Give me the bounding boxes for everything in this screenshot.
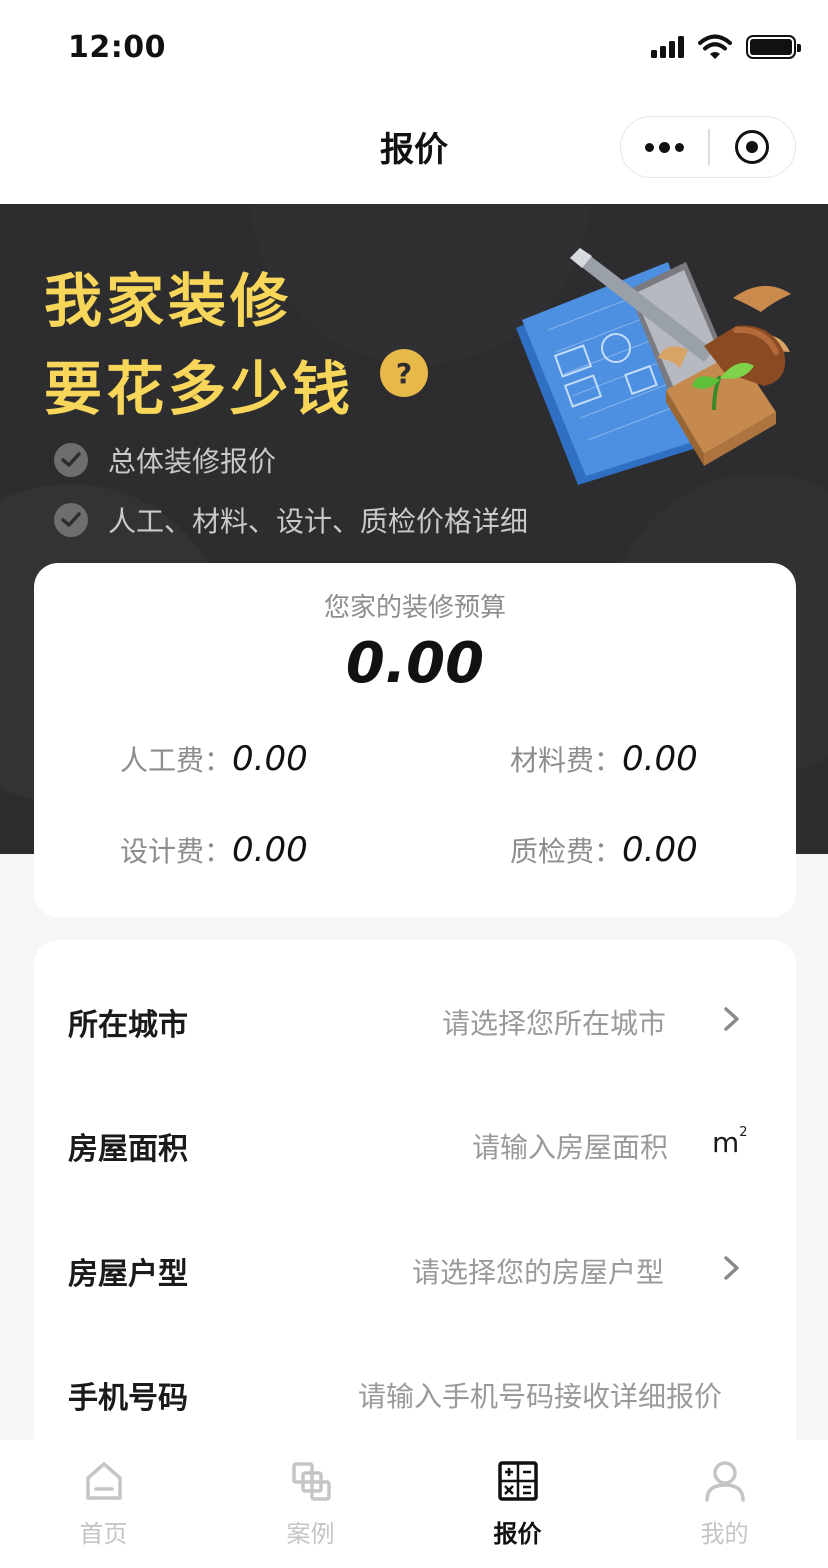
quote-page: 12:00 报价 我家装修 要花多少钱 ? 总体装修报价 人工、材料、设计、质检… — [0, 0, 828, 1568]
feature-text: 人工、材料、设计、质检价格详细 — [108, 505, 529, 538]
fee-inspection: 质检费： 0.00 — [510, 830, 698, 870]
chevron-right-icon[interactable] — [722, 1255, 742, 1281]
more-dots-icon[interactable] — [621, 117, 708, 177]
cases-icon — [292, 1462, 331, 1501]
status-time: 12:00 — [68, 30, 166, 65]
area-label: 房屋面积 — [68, 1132, 188, 1167]
city-label: 所在城市 — [68, 1008, 188, 1043]
chevron-right-icon[interactable] — [722, 1006, 742, 1032]
nav-bar: 报价 — [0, 96, 828, 204]
fee-label: 人工费： — [120, 744, 233, 777]
layout-label: 房屋户型 — [68, 1257, 188, 1292]
fee-value: 0.00 — [622, 739, 698, 779]
home-icon — [86, 1462, 122, 1500]
status-icons — [651, 34, 801, 60]
tab-mine[interactable]: 我的 — [621, 1440, 828, 1568]
tab-bar: 首页 案例 报价 我的 — [0, 1440, 828, 1568]
phone-input[interactable]: 请输入手机号码接收详细报价 — [358, 1375, 722, 1415]
fee-value: 0.00 — [622, 830, 698, 870]
fee-labor: 人工费： 0.00 — [120, 739, 308, 779]
feature-item: 人工、材料、设计、质检价格详细 — [54, 500, 528, 540]
fee-label: 材料费： — [510, 744, 623, 777]
tab-label: 我的 — [700, 1520, 749, 1548]
question-icon[interactable]: ? — [380, 349, 428, 397]
budget-label: 您家的装修预算 — [323, 593, 506, 623]
layout-select[interactable]: 请选择您的房屋户型 — [412, 1251, 664, 1291]
tab-cases[interactable]: 案例 — [207, 1440, 414, 1568]
renovation-illustration — [516, 248, 791, 485]
tab-quote[interactable]: 报价 — [414, 1440, 621, 1568]
phone-row[interactable]: 手机号码 请输入手机号码接收详细报价 — [34, 1351, 796, 1431]
tab-label: 报价 — [493, 1520, 542, 1548]
fee-value: 0.00 — [232, 830, 308, 870]
city-select[interactable]: 请选择您所在城市 — [442, 1002, 666, 1042]
calculator-icon — [498, 1461, 538, 1501]
fee-design: 设计费： 0.00 — [120, 830, 308, 870]
battery-icon — [746, 35, 801, 59]
feature-item: 总体装修报价 — [54, 440, 276, 480]
quote-form: 所在城市 请选择您所在城市 房屋面积 请输入房屋面积 m2 房屋户型 请选择您的… — [34, 940, 796, 1460]
budget-total: 0.00 — [345, 631, 485, 696]
feature-text: 总体装修报价 — [108, 445, 277, 478]
tab-home[interactable]: 首页 — [0, 1440, 207, 1568]
target-close-icon[interactable] — [710, 117, 795, 177]
tab-label: 首页 — [79, 1520, 128, 1548]
area-input[interactable]: 请输入房屋面积 — [472, 1126, 668, 1166]
fee-material: 材料费： 0.00 — [510, 739, 698, 779]
fee-value: 0.00 — [232, 739, 308, 779]
tab-label: 案例 — [286, 1520, 335, 1548]
profile-icon — [705, 1461, 745, 1502]
area-unit: m2 — [712, 1124, 748, 1159]
fee-label: 设计费： — [120, 835, 233, 868]
check-icon — [54, 503, 88, 537]
city-row[interactable]: 所在城市 请选择您所在城市 — [34, 978, 796, 1058]
headline-line2: 要花多少钱 — [44, 355, 355, 423]
mini-program-capsule — [620, 116, 796, 178]
signal-icon — [651, 36, 684, 58]
phone-label: 手机号码 — [68, 1381, 188, 1416]
status-bar: 12:00 — [0, 0, 828, 96]
check-icon — [54, 443, 88, 477]
wifi-icon — [698, 34, 732, 59]
area-row[interactable]: 房屋面积 请输入房屋面积 m2 — [34, 1102, 796, 1182]
budget-card: 您家的装修预算 0.00 人工费： 0.00 材料费： 0.00 设计费： 0.… — [34, 563, 796, 917]
layout-row[interactable]: 房屋户型 请选择您的房屋户型 — [34, 1227, 796, 1307]
fee-label: 质检费： — [510, 835, 623, 868]
headline-line1: 我家装修 — [44, 267, 293, 335]
